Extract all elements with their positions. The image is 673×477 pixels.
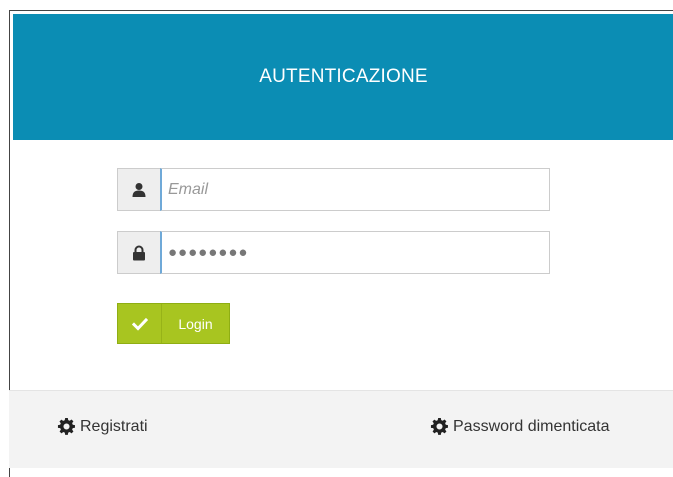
register-link[interactable]: Registrati [57,417,148,436]
forgot-password-link[interactable]: Password dimenticata [430,417,610,436]
password-field-group: ●●●●●●●● [117,231,550,274]
email-field-group [117,168,550,211]
user-icon [117,168,160,211]
password-mask: ●●●●●●●● [168,244,249,261]
check-icon [118,304,162,343]
gear-icon [430,417,448,435]
page-title: AUTENTICAZIONE [259,66,428,87]
forgot-password-label: Password dimenticata [453,417,610,435]
footer-bar: Registrati Password dimenticata [9,390,673,468]
gear-icon [57,417,75,435]
password-input[interactable]: ●●●●●●●● [160,231,550,274]
lock-icon [117,231,160,274]
login-button[interactable]: Login [117,303,230,344]
header-bar: AUTENTICAZIONE [13,14,673,140]
login-label: Login [178,315,213,332]
email-input[interactable] [160,168,550,211]
register-label: Registrati [80,417,148,435]
